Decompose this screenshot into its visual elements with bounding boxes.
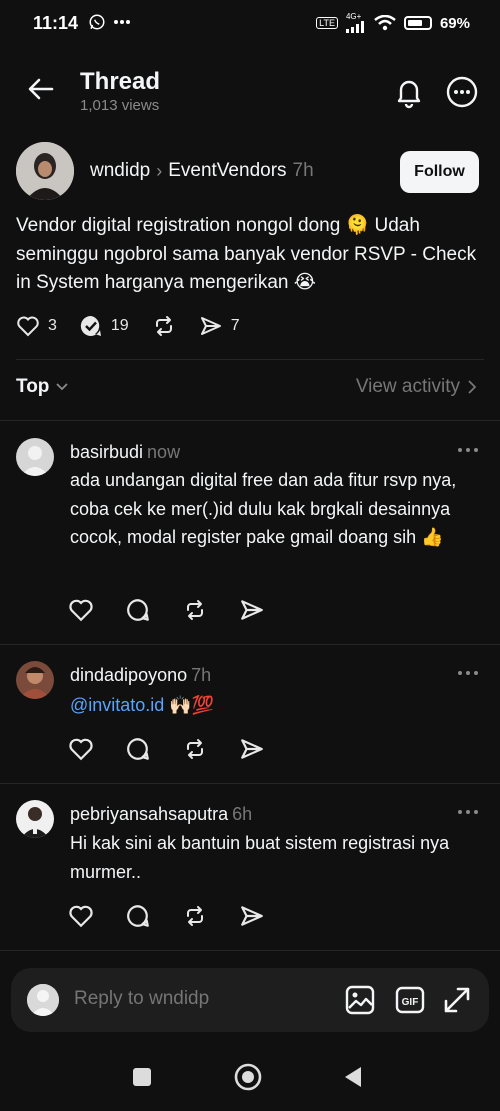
reply-meta: pebriyansahsaputra 6h xyxy=(70,804,252,825)
battery-icon xyxy=(403,16,432,30)
reply-time: 6h xyxy=(232,804,253,824)
reply-avatar[interactable] xyxy=(16,661,54,699)
comment-icon[interactable] xyxy=(125,597,151,623)
reply-username[interactable]: dindadipoyono xyxy=(70,665,187,685)
reply-meta: basirbudi now xyxy=(70,442,180,463)
heart-icon xyxy=(17,316,39,337)
recents-button[interactable] xyxy=(133,1068,151,1086)
thread-header: Thread 1,013 views xyxy=(0,60,500,120)
divider xyxy=(0,950,500,951)
expand-icon[interactable] xyxy=(441,984,473,1016)
repost-icon[interactable] xyxy=(182,736,208,762)
gif-icon[interactable]: GIF xyxy=(394,984,426,1016)
view-count: 1,013 views xyxy=(80,97,160,114)
reply-avatar[interactable] xyxy=(16,438,54,476)
reply-text: ada undangan digital free dan ada fitur … xyxy=(70,470,457,547)
send-icon[interactable] xyxy=(239,597,265,623)
reply-actions xyxy=(68,903,265,929)
system-icons: LTE 4G+ 69% xyxy=(316,13,470,33)
view-activity-link[interactable]: View activity xyxy=(356,376,476,398)
my-avatar xyxy=(27,984,59,1016)
post-time: 7h xyxy=(292,160,314,181)
status-time: 11:14 xyxy=(33,13,79,33)
post-actions: 3 19 7 xyxy=(16,314,262,338)
reply-username[interactable]: basirbudi xyxy=(70,442,143,462)
send-icon xyxy=(200,317,221,335)
comment-icon[interactable] xyxy=(125,903,151,929)
reply-time: now xyxy=(147,442,181,462)
view-activity-label: View activity xyxy=(355,376,460,397)
share-action[interactable]: 7 xyxy=(199,314,240,338)
more-options-icon[interactable] xyxy=(445,75,479,109)
repost-icon xyxy=(155,316,172,336)
divider xyxy=(16,359,484,360)
battery-percent: 69% xyxy=(439,14,470,32)
more-notifications-icon xyxy=(114,20,130,24)
svg-text:GIF: GIF xyxy=(402,997,419,1008)
divider xyxy=(0,420,500,421)
status-bar: 11:14 LTE 4G+ 69% xyxy=(0,0,500,48)
post-meta: wndidp › EventVendors 7h xyxy=(90,160,314,182)
back-nav-button[interactable] xyxy=(343,1066,363,1088)
follow-button[interactable]: Follow xyxy=(400,151,479,193)
signal-icon xyxy=(345,21,364,33)
repost-icon[interactable] xyxy=(182,597,208,623)
like-action[interactable]: 3 xyxy=(16,314,57,338)
more-options-icon[interactable] xyxy=(456,665,480,681)
wifi-icon xyxy=(374,15,396,31)
author-username[interactable]: wndidp xyxy=(90,160,150,182)
reply-time: 7h xyxy=(191,665,212,685)
reply-avatar[interactable] xyxy=(16,800,54,838)
heart-icon[interactable] xyxy=(68,597,94,623)
sort-dropdown[interactable]: Top xyxy=(16,376,69,398)
whatsapp-icon xyxy=(89,14,105,30)
reply-text: Hi kak sini ak bantuin buat sistem regis… xyxy=(70,833,450,882)
chevron-right-icon: › xyxy=(156,160,163,181)
reply-action[interactable]: 19 xyxy=(79,314,129,338)
system-nav-bar xyxy=(0,1048,500,1111)
reply-emoji: 🙌🏻💯 xyxy=(164,695,215,715)
reply-input[interactable] xyxy=(74,988,324,1010)
back-arrow-icon[interactable] xyxy=(26,74,56,104)
reply-text: @invitato.id 🙌🏻💯 xyxy=(70,691,480,720)
chevron-right-icon xyxy=(468,380,476,394)
divider xyxy=(0,644,500,645)
heart-icon[interactable] xyxy=(68,736,94,762)
chevron-down-icon xyxy=(56,383,69,391)
mention-link[interactable]: @invitato.id xyxy=(70,695,164,715)
reply-count: 19 xyxy=(110,317,129,334)
bell-icon[interactable] xyxy=(392,75,426,109)
community-name[interactable]: EventVendors xyxy=(168,160,286,182)
post-text: Vendor digital registration nongol dong … xyxy=(16,215,477,293)
notification-icons xyxy=(88,13,130,31)
sort-row: Top View activity xyxy=(0,374,500,404)
reply-meta: dindadipoyono 7h xyxy=(70,665,211,686)
image-icon[interactable] xyxy=(344,984,376,1016)
reply-actions xyxy=(68,736,265,762)
reply-bubble-icon xyxy=(80,315,101,336)
volte-badge: LTE xyxy=(316,17,338,29)
page-title: Thread xyxy=(80,68,161,95)
sort-label: Top xyxy=(16,376,50,397)
reply-composer: GIF xyxy=(11,968,489,1032)
repost-action[interactable] xyxy=(151,314,177,338)
reply-actions xyxy=(68,597,265,623)
send-icon[interactable] xyxy=(239,903,265,929)
repost-icon[interactable] xyxy=(182,903,208,929)
more-options-icon[interactable] xyxy=(456,442,480,458)
network-type: 4G+ xyxy=(345,12,362,21)
author-avatar[interactable] xyxy=(16,142,74,200)
comment-icon[interactable] xyxy=(125,736,151,762)
reply-username[interactable]: pebriyansahsaputra xyxy=(70,804,228,824)
home-button[interactable] xyxy=(234,1063,262,1091)
like-count: 3 xyxy=(48,317,57,334)
share-count: 7 xyxy=(230,317,240,334)
more-options-icon[interactable] xyxy=(456,804,480,820)
heart-icon[interactable] xyxy=(68,903,94,929)
send-icon[interactable] xyxy=(239,736,265,762)
divider xyxy=(0,783,500,784)
